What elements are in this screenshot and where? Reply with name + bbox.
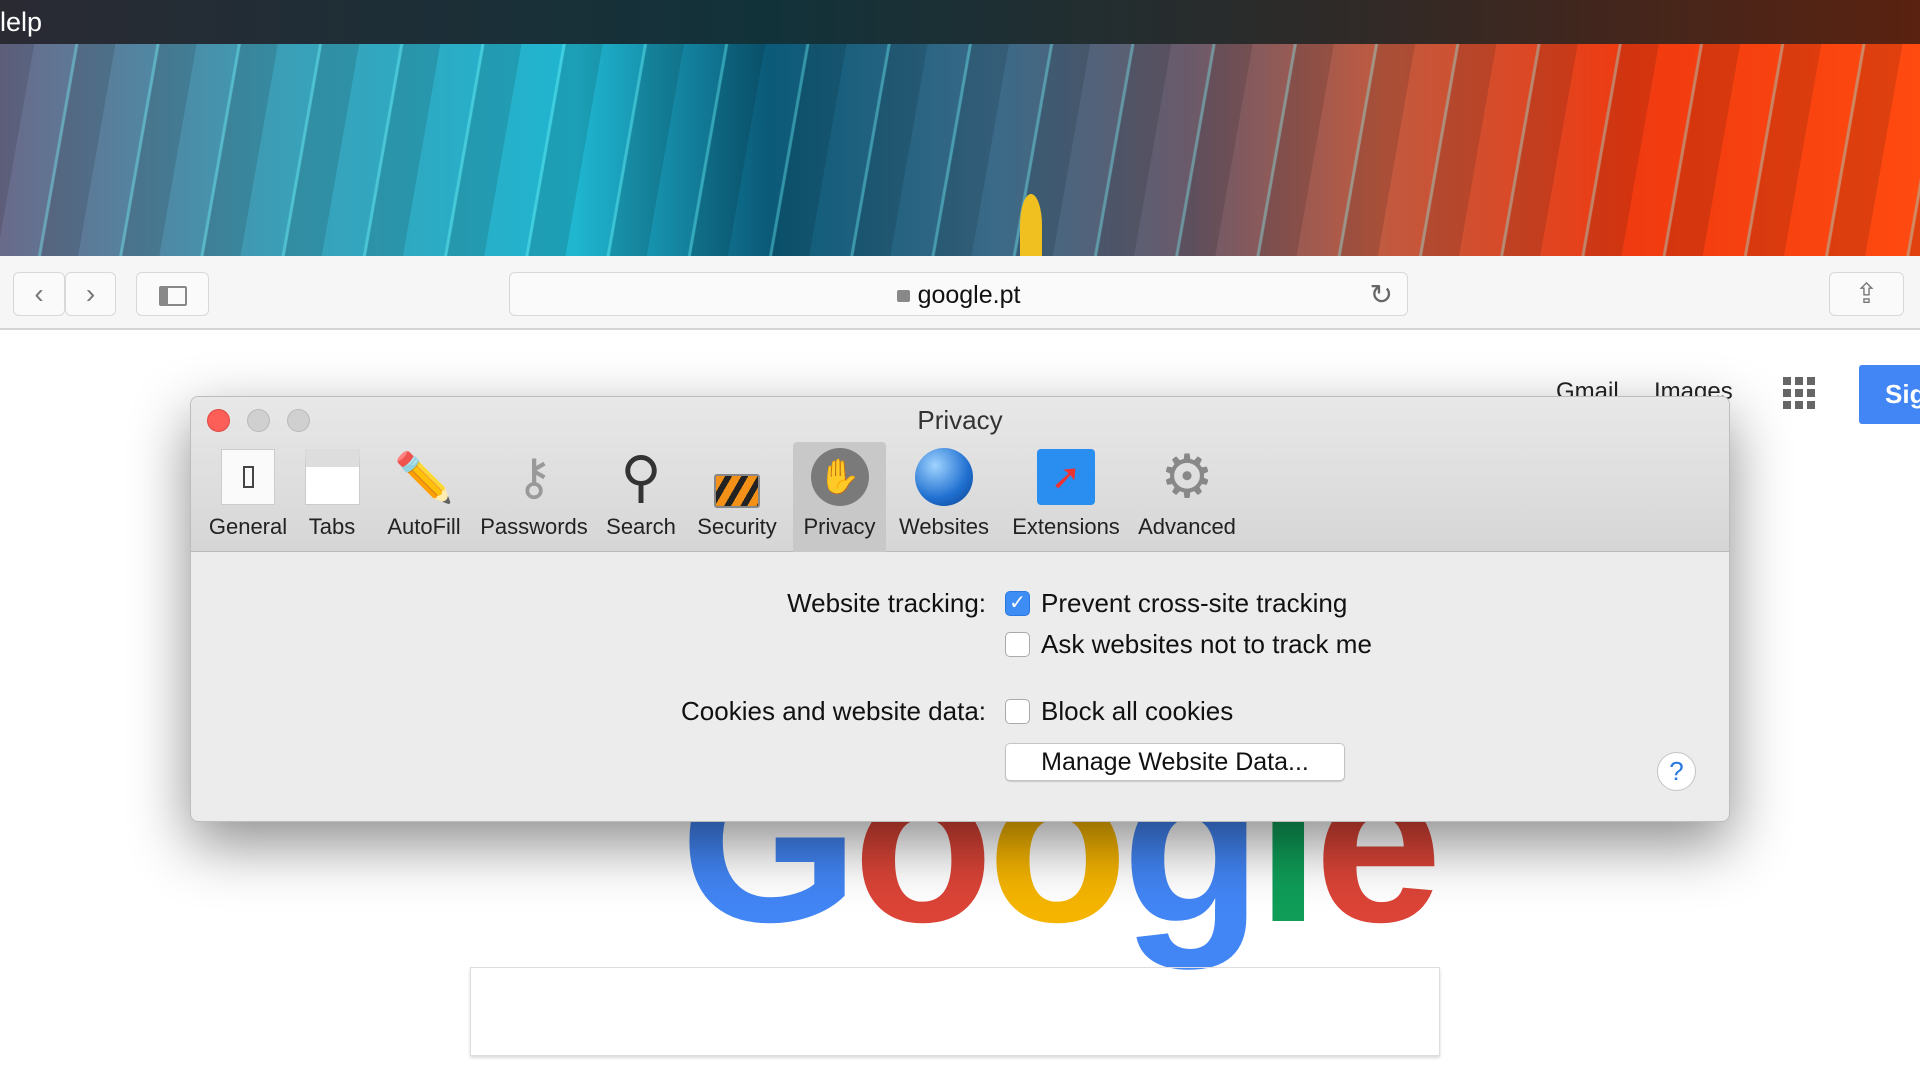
- sidebar-button[interactable]: [136, 272, 209, 316]
- manage-website-data-button[interactable]: Manage Website Data...: [1005, 743, 1345, 781]
- sidebar-icon: [158, 285, 187, 306]
- window-title: Privacy: [917, 405, 1003, 435]
- search-input[interactable]: [470, 967, 1440, 1056]
- lock-icon: [896, 290, 910, 302]
- address-bar[interactable]: google.pt ↻: [509, 272, 1408, 316]
- apps-grid-icon[interactable]: [1783, 377, 1815, 409]
- tab-search[interactable]: ⚲ Search: [601, 442, 681, 552]
- magnifier-icon: ⚲: [620, 445, 662, 508]
- puzzle-compass-icon: ➚: [1037, 449, 1095, 505]
- website-tracking-label: Website tracking:: [787, 588, 986, 618]
- cookies-label: Cookies and website data:: [681, 696, 986, 726]
- hand-icon: ✋: [810, 448, 869, 506]
- key-icon: ⚷: [515, 449, 553, 505]
- globe-icon: [915, 448, 973, 506]
- checkbox-box[interactable]: [1005, 699, 1030, 724]
- gear-icon: ⚙: [1160, 443, 1214, 510]
- url-text: google.pt: [917, 281, 1021, 309]
- tab-extensions[interactable]: ➚ Extensions: [1007, 442, 1125, 552]
- tab-general[interactable]: General: [205, 442, 291, 552]
- menu-bar: lelp: [0, 0, 1920, 44]
- padlock-icon: [714, 474, 760, 508]
- sign-in-button[interactable]: Sig: [1859, 365, 1920, 424]
- reload-icon[interactable]: ↻: [1370, 273, 1393, 317]
- browser-toolbar: ‹ › google.pt ↻ ⇪: [0, 256, 1920, 330]
- share-button[interactable]: ⇪: [1829, 272, 1904, 316]
- share-icon: ⇪: [1854, 278, 1879, 309]
- tab-tabs[interactable]: Tabs: [297, 442, 367, 552]
- tab-privacy[interactable]: ✋ Privacy: [793, 442, 886, 552]
- privacy-preferences-window: Privacy General Tabs ✏️ AutoFill ⚷ Passwor…: [190, 396, 1730, 822]
- tab-advanced[interactable]: ⚙ Advanced: [1135, 442, 1239, 552]
- desktop-wallpaper: [0, 44, 1920, 256]
- back-button[interactable]: ‹: [13, 272, 65, 316]
- window-toolbar: Privacy General Tabs ✏️ AutoFill ⚷ Passwor…: [191, 397, 1729, 552]
- checkbox-box[interactable]: [1005, 632, 1030, 657]
- block-all-cookies-checkbox[interactable]: Block all cookies: [1005, 696, 1233, 727]
- chevron-right-icon: ›: [85, 278, 96, 309]
- forward-button[interactable]: ›: [65, 272, 116, 316]
- tab-security[interactable]: Security: [693, 442, 781, 552]
- menu-help[interactable]: lelp: [0, 7, 42, 37]
- chevron-left-icon: ‹: [34, 278, 44, 309]
- tab-passwords[interactable]: ⚷ Passwords: [477, 442, 591, 552]
- tabs-icon: [304, 449, 360, 505]
- checkmark-icon[interactable]: ✓: [1005, 591, 1030, 616]
- switch-icon: [221, 449, 275, 505]
- ask-not-to-track-checkbox[interactable]: Ask websites not to track me: [1005, 629, 1372, 660]
- pencil-icon: ✏️: [394, 451, 454, 505]
- tab-websites[interactable]: Websites: [894, 442, 994, 552]
- help-button[interactable]: ?: [1657, 752, 1696, 791]
- prevent-cross-site-tracking-checkbox[interactable]: ✓ Prevent cross-site tracking: [1005, 588, 1347, 619]
- tab-autofill[interactable]: ✏️ AutoFill: [383, 442, 465, 552]
